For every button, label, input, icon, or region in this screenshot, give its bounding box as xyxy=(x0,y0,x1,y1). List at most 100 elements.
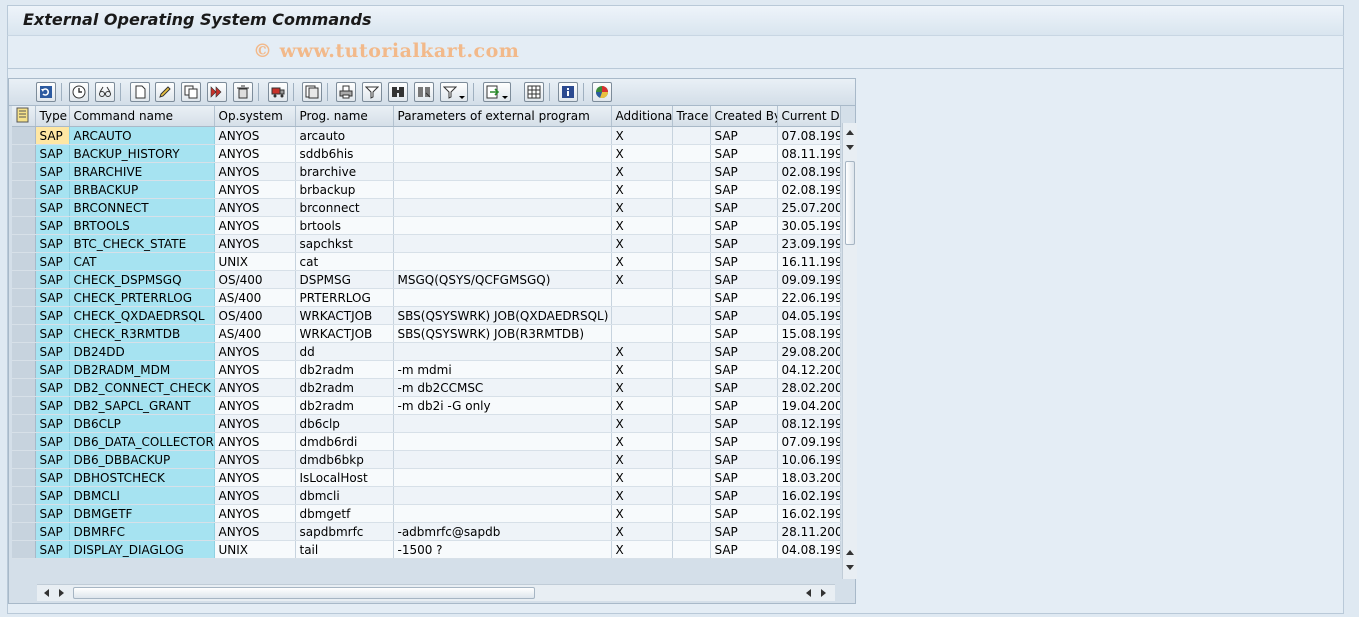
cell-created-by[interactable]: SAP xyxy=(710,198,778,217)
cell-current-date[interactable]: 19.04.200 xyxy=(777,396,841,415)
column-header-additional[interactable]: Additional xyxy=(611,106,673,127)
table-row[interactable]: SAP DISPLAY_DIAGLOG UNIX tail -1500 ? X SAP 04.… xyxy=(12,540,841,559)
details-icon[interactable] xyxy=(69,82,89,102)
cell-prog-name[interactable]: brbackup xyxy=(295,180,394,199)
cell-current-date[interactable]: 16.11.199 xyxy=(777,252,841,271)
scroll-up-icon[interactable] xyxy=(844,125,856,139)
row-selector[interactable] xyxy=(12,270,36,289)
cell-additional[interactable]: X xyxy=(611,396,673,415)
cell-parameters[interactable] xyxy=(393,288,612,307)
table-row[interactable]: SAP CHECK_QXDAEDRSQL OS/400 WRKACTJOB SBS(QS… xyxy=(12,306,841,325)
row-selector[interactable] xyxy=(12,216,36,235)
table-row[interactable]: SAP CHECK_DSPMSGQ OS/400 DSPMSG MSGQ(QSYS/QC… xyxy=(12,270,841,289)
cell-command-name[interactable]: BRBACKUP xyxy=(69,180,215,199)
cell-trace[interactable] xyxy=(672,270,711,289)
horizontal-scrollbar[interactable] xyxy=(37,584,835,601)
column-header-command-name[interactable]: Command name xyxy=(69,106,215,127)
cell-current-date[interactable]: 18.03.200 xyxy=(777,468,841,487)
cell-trace[interactable] xyxy=(672,234,711,253)
cell-created-by[interactable]: SAP xyxy=(710,468,778,487)
cell-additional[interactable]: X xyxy=(611,378,673,397)
cell-prog-name[interactable]: brconnect xyxy=(295,198,394,217)
cell-prog-name[interactable]: cat xyxy=(295,252,394,271)
cell-prog-name[interactable]: dbmcli xyxy=(295,486,394,505)
cell-current-date[interactable]: 16.02.199 xyxy=(777,486,841,505)
cell-current-date[interactable]: 28.02.200 xyxy=(777,378,841,397)
table-row[interactable]: SAP BTC_CHECK_STATE ANYOS sapchkst X SAP 23.09… xyxy=(12,234,841,253)
cell-command-name[interactable]: DBMCLI xyxy=(69,486,215,505)
cell-current-date[interactable]: 23.09.199 xyxy=(777,234,841,253)
cell-trace[interactable] xyxy=(672,126,711,145)
cell-additional[interactable]: X xyxy=(611,540,673,559)
copy-clipboard-icon[interactable] xyxy=(302,82,322,102)
column-header-trace[interactable]: Trace xyxy=(672,106,711,127)
cell-parameters[interactable] xyxy=(393,468,612,487)
cell-parameters[interactable]: SBS(QSYSWRK) JOB(QXDAEDRSQL) xyxy=(393,306,612,325)
cell-op-system[interactable]: ANYOS xyxy=(214,396,296,415)
cell-type[interactable]: SAP xyxy=(35,126,70,145)
cell-op-system[interactable]: UNIX xyxy=(214,540,296,559)
select-all-button[interactable] xyxy=(12,106,36,127)
row-selector[interactable] xyxy=(12,234,36,253)
cell-additional[interactable]: X xyxy=(611,522,673,541)
cell-type[interactable]: SAP xyxy=(35,414,70,433)
copy-icon[interactable] xyxy=(181,82,201,102)
cell-parameters[interactable] xyxy=(393,162,612,181)
cell-created-by[interactable]: SAP xyxy=(710,522,778,541)
cell-created-by[interactable]: SAP xyxy=(710,216,778,235)
cell-additional[interactable]: X xyxy=(611,234,673,253)
cell-type[interactable]: SAP xyxy=(35,234,70,253)
change-icon[interactable] xyxy=(155,82,175,102)
cell-created-by[interactable]: SAP xyxy=(710,306,778,325)
cell-type[interactable]: SAP xyxy=(35,504,70,523)
cell-trace[interactable] xyxy=(672,486,711,505)
table-row[interactable]: SAP DB2_SAPCL_GRANT ANYOS db2radm -m db2i -G… xyxy=(12,396,841,415)
cell-current-date[interactable]: 02.08.199 xyxy=(777,180,841,199)
row-selector[interactable] xyxy=(12,162,36,181)
cell-additional[interactable]: X xyxy=(611,360,673,379)
cell-op-system[interactable]: ANYOS xyxy=(214,486,296,505)
change-layout-icon[interactable] xyxy=(524,82,544,102)
cell-type[interactable]: SAP xyxy=(35,216,70,235)
cell-current-date[interactable]: 10.06.199 xyxy=(777,450,841,469)
find-next-icon[interactable] xyxy=(414,82,434,102)
row-selector[interactable] xyxy=(12,522,36,541)
cell-current-date[interactable]: 08.11.199 xyxy=(777,144,841,163)
cell-command-name[interactable]: DB2RADM_MDM xyxy=(69,360,215,379)
cell-command-name[interactable]: CHECK_DSPMSGQ xyxy=(69,270,215,289)
cell-type[interactable]: SAP xyxy=(35,180,70,199)
cell-parameters[interactable] xyxy=(393,144,612,163)
cell-trace[interactable] xyxy=(672,180,711,199)
scroll-end-right-icon[interactable] xyxy=(818,587,830,599)
cell-parameters[interactable] xyxy=(393,450,612,469)
cell-created-by[interactable]: SAP xyxy=(710,396,778,415)
scroll-page-up-icon[interactable] xyxy=(844,545,856,559)
cell-created-by[interactable]: SAP xyxy=(710,126,778,145)
cell-trace[interactable] xyxy=(672,360,711,379)
vertical-scrollbar[interactable] xyxy=(842,123,857,579)
cell-command-name[interactable]: DB6_DBBACKUP xyxy=(69,450,215,469)
cell-trace[interactable] xyxy=(672,414,711,433)
table-row[interactable]: SAP DB24DD ANYOS dd X SAP 29.08.200 xyxy=(12,342,841,361)
cell-prog-name[interactable]: IsLocalHost xyxy=(295,468,394,487)
table-row[interactable]: SAP BACKUP_HISTORY ANYOS sddb6his X SAP 08.11.… xyxy=(12,144,841,163)
cell-prog-name[interactable]: dmdb6bkp xyxy=(295,450,394,469)
cell-command-name[interactable]: DB24DD xyxy=(69,342,215,361)
cell-current-date[interactable]: 07.08.199 xyxy=(777,126,841,145)
print-icon[interactable] xyxy=(336,82,356,102)
cell-additional[interactable]: X xyxy=(611,468,673,487)
cell-additional[interactable]: X xyxy=(611,432,673,451)
cell-prog-name[interactable]: db2radm xyxy=(295,396,394,415)
cell-type[interactable]: SAP xyxy=(35,540,70,559)
cell-current-date[interactable]: 22.06.199 xyxy=(777,288,841,307)
column-header-type[interactable]: Type xyxy=(35,106,70,127)
table-row[interactable]: SAP BRTOOLS ANYOS brtools X SAP 30.05.199 xyxy=(12,216,841,235)
cell-additional[interactable] xyxy=(611,306,673,325)
cell-type[interactable]: SAP xyxy=(35,342,70,361)
graphic-icon[interactable] xyxy=(592,82,612,102)
cell-parameters[interactable]: -adbmrfc@sapdb xyxy=(393,522,612,541)
cell-trace[interactable] xyxy=(672,396,711,415)
table-row[interactable]: SAP CAT UNIX cat X SAP 16.11.199 xyxy=(12,252,841,271)
table-row[interactable]: SAP DB6_DBBACKUP ANYOS dmdb6bkp X SAP 10.06.19… xyxy=(12,450,841,469)
delete-icon[interactable] xyxy=(233,82,253,102)
